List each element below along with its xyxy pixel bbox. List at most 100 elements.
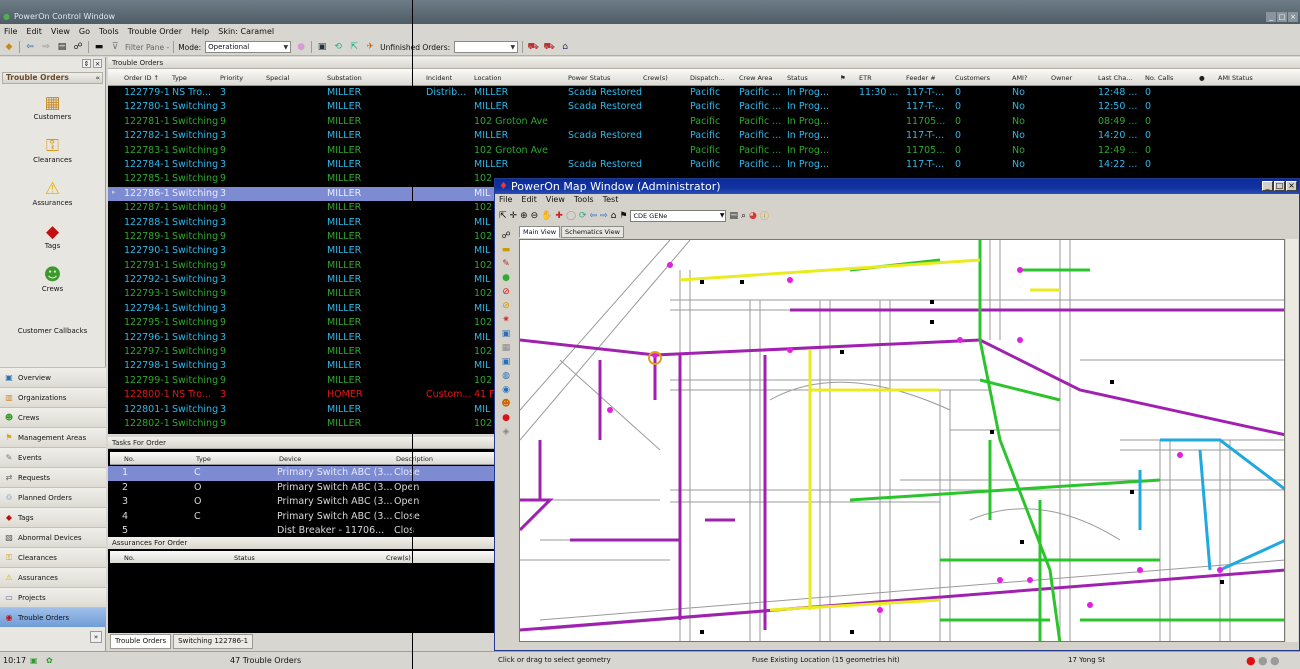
task-col-device[interactable]: Device	[279, 455, 301, 463]
nav-item-management-areas[interactable]: ⚑ Management Areas	[0, 427, 106, 447]
menu-file[interactable]: File	[4, 25, 17, 38]
menu-help[interactable]: Help	[191, 25, 209, 38]
nav-item-crews[interactable]: ☻ Crews	[0, 407, 106, 427]
tag-tool-icon[interactable]: ⊘	[502, 301, 510, 311]
col-ami[interactable]: AMI?	[1012, 74, 1027, 82]
move-icon[interactable]: ✛	[510, 211, 518, 221]
save-icon[interactable]: ▣	[316, 41, 328, 53]
tab-main-view[interactable]: Main View	[519, 226, 561, 238]
menu-trouble-order[interactable]: Trouble Order	[128, 25, 182, 38]
menu-view[interactable]: View	[51, 25, 70, 38]
col-incident[interactable]: Incident	[426, 74, 452, 82]
assur-col-crews[interactable]: Crew(s)	[386, 554, 411, 562]
map-vertical-scrollbar[interactable]	[1286, 239, 1298, 642]
col-feeder[interactable]: Feeder #	[906, 74, 936, 82]
col-type[interactable]: Type	[172, 74, 187, 82]
table-row[interactable]: 122783-1 Switching 9 MILLER 102 Groton Ave Pa…	[108, 144, 1300, 158]
nav-tags[interactable]: ◆ Tags	[2, 222, 103, 250]
tab-switching[interactable]: Switching 122786-1	[173, 634, 254, 649]
task-row[interactable]: 4 C Primary Switch ABC (3... Close	[108, 510, 498, 525]
map-menu-tools[interactable]: Tools	[574, 195, 594, 204]
nav-crews[interactable]: ☻ Crews	[2, 265, 103, 293]
binoculars-icon[interactable]: ☍	[72, 41, 84, 53]
col-special[interactable]: Special	[266, 74, 289, 82]
map-minimize-button[interactable]: _	[1262, 181, 1273, 191]
col-substation[interactable]: Substation	[327, 74, 362, 82]
table-row[interactable]: 122782-1 Switching 3 MILLER MILLER Scada Rest…	[108, 129, 1300, 143]
color-wheel-icon[interactable]: ◕	[749, 211, 757, 221]
nav-customers[interactable]: ▦ Customers	[2, 93, 103, 121]
home-icon[interactable]: ⌂	[611, 211, 617, 221]
info-icon[interactable]: ⓘ	[760, 209, 769, 222]
col-no-calls[interactable]: No. Calls	[1145, 74, 1173, 82]
col-etr[interactable]: ETR	[859, 74, 872, 82]
search-icon[interactable]: ⌕	[741, 211, 746, 221]
col-order-id[interactable]: Order ID ↑	[124, 74, 159, 82]
record-icon[interactable]: ●	[502, 413, 510, 423]
col-status[interactable]: Status	[787, 74, 808, 82]
nav-item-clearances[interactable]: ⚿ Clearances	[0, 547, 106, 567]
node-icon[interactable]: ●	[502, 273, 510, 283]
nav-item-requests[interactable]: ⇄ Requests	[0, 467, 106, 487]
zoom-out-icon[interactable]: ⊖	[531, 211, 539, 221]
map-menu-file[interactable]: File	[499, 195, 512, 204]
new-icon[interactable]: ◆	[3, 41, 15, 53]
drop-icon[interactable]: ◉	[502, 385, 510, 395]
spark-icon[interactable]: ✷	[502, 315, 510, 325]
col-dispatch[interactable]: Dispatch...	[690, 74, 725, 82]
grid-icon[interactable]: ▦	[502, 343, 511, 353]
filter-icon[interactable]: ⊽	[109, 41, 121, 53]
picture-icon[interactable]: ▣	[502, 329, 511, 339]
unfinished-orders-select[interactable]: ▼	[454, 41, 519, 53]
assur-col-no[interactable]: No.	[124, 554, 135, 562]
menu-edit[interactable]: Edit	[26, 25, 42, 38]
col-customers[interactable]: Customers	[955, 74, 990, 82]
nav-configure-icon[interactable]: »	[90, 631, 102, 643]
tab-schematics-view[interactable]: Schematics View	[561, 226, 624, 238]
nav-clearances[interactable]: ⚿ Clearances	[2, 136, 103, 164]
crew-map-icon[interactable]: ☻	[501, 399, 510, 409]
crosshair-icon[interactable]: ✚	[555, 211, 563, 221]
flag-icon[interactable]: ⚑	[619, 211, 627, 221]
assur-col-status[interactable]: Status	[234, 554, 255, 562]
maximize-button[interactable]: □	[1277, 12, 1287, 22]
alarm-grey-icon-2[interactable]: ●	[1270, 654, 1280, 667]
order-tool-icon[interactable]: ⛟	[527, 41, 539, 53]
col-owner[interactable]: Owner	[1051, 74, 1072, 82]
nav-item-assurances[interactable]: ⚠ Assurances	[0, 567, 106, 587]
map-forward-icon[interactable]: ⇨	[600, 211, 608, 221]
col-crews[interactable]: Crew(s)	[643, 74, 668, 82]
map-back-icon[interactable]: ⇦	[590, 211, 598, 221]
filter-pane-label[interactable]: Filter Pane -	[125, 43, 169, 52]
map-maximize-button[interactable]: □	[1274, 181, 1285, 191]
menu-skin[interactable]: Skin: Caramel	[218, 25, 274, 38]
forward-icon[interactable]: ⇨	[40, 41, 52, 53]
task-col-description[interactable]: Description	[396, 455, 433, 463]
task-row[interactable]: 3 O Primary Switch ABC (3... Open	[108, 495, 498, 510]
wrench-icon[interactable]: ✎	[502, 259, 510, 269]
map-canvas[interactable]	[519, 239, 1285, 642]
table-row[interactable]: 122779-1 NS Tro... 3 MILLER Distrib... MILLER…	[108, 86, 1300, 100]
binoculars-icon[interactable]: ☍	[501, 231, 510, 241]
refresh-icon[interactable]: ⟲	[332, 41, 344, 53]
crew-tool-icon[interactable]: ✈	[364, 41, 376, 53]
alarm-red-icon[interactable]: ●	[1246, 654, 1256, 667]
nav-item-trouble-orders[interactable]: ◉ Trouble Orders	[0, 607, 106, 627]
export-icon[interactable]: ⇱	[348, 41, 360, 53]
task-row[interactable]: 1 C Primary Switch ABC (3... Close	[108, 466, 498, 481]
circle-icon[interactable]: ◯	[566, 211, 576, 221]
table-row[interactable]: 122781-1 Switching 9 MILLER 102 Groton Ave Pa…	[108, 115, 1300, 129]
table-row[interactable]: 122780-1 Switching 3 MILLER MILLER Scada Rest…	[108, 100, 1300, 114]
collapse-icon[interactable]: «	[95, 73, 100, 83]
map-close-button[interactable]: ×	[1286, 181, 1297, 191]
map-menu-view[interactable]: View	[546, 195, 565, 204]
alarm-grey-icon[interactable]: ●	[1258, 654, 1268, 667]
order-tool-icon-2[interactable]: ⛟	[543, 41, 555, 53]
col-priority[interactable]: Priority	[220, 74, 243, 82]
nav-assurances[interactable]: ⚠ Assurances	[2, 179, 103, 207]
tab-trouble-orders[interactable]: Trouble Orders	[110, 634, 172, 649]
network-map[interactable]	[520, 240, 1285, 642]
task-row[interactable]: 2 O Primary Switch ABC (3... Open	[108, 481, 498, 496]
nav-item-tags[interactable]: ◆ Tags	[0, 507, 106, 527]
nav-pin-icon[interactable]: ⇕	[82, 59, 91, 68]
